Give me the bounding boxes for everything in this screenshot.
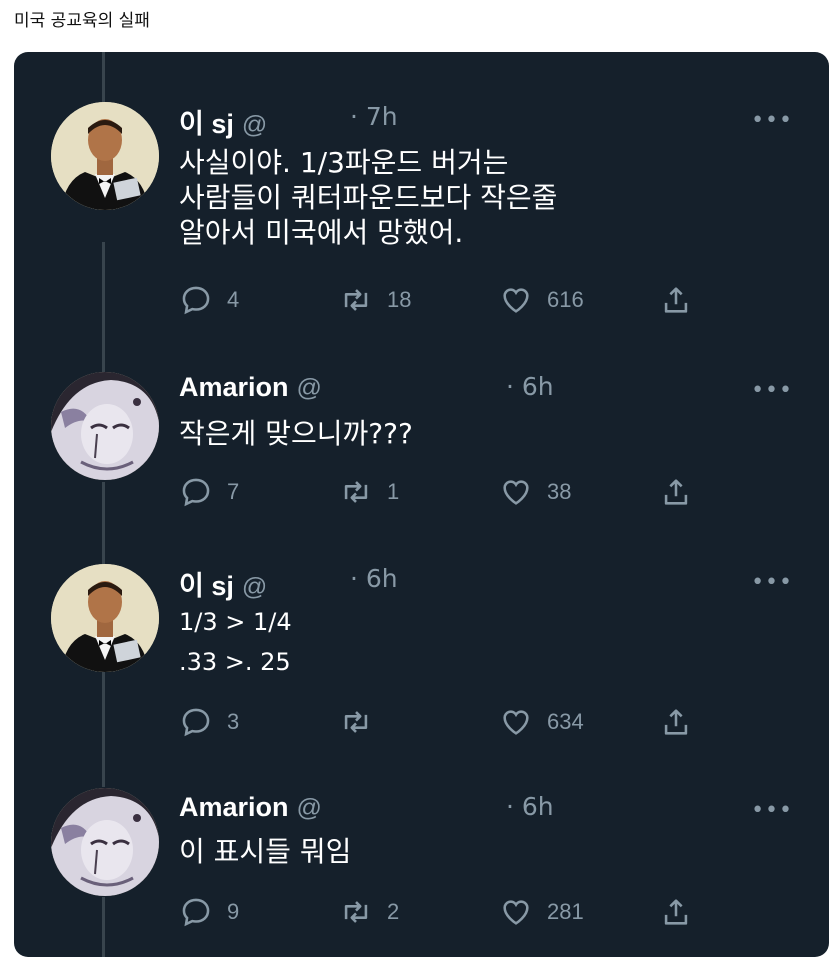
display-name[interactable]: Amarion: [179, 372, 289, 402]
retweet-button[interactable]: 2: [339, 894, 399, 930]
like-count: 281: [547, 899, 584, 924]
avatar[interactable]: [51, 788, 159, 896]
tweet-line: 1/3 > 1/4: [179, 608, 292, 636]
reply-icon: [182, 898, 210, 927]
avatar[interactable]: [51, 564, 159, 672]
heart-icon: [503, 480, 529, 505]
tweet-line: 사람들이 쿼터파운드보다 작은줄: [179, 181, 558, 214]
tweet-header: 이 sj @: [179, 564, 267, 601]
reply-icon: [182, 286, 210, 315]
tweet[interactable]: Amarion @ · 6h ••• 이 표시들 뭐임 9 2 281: [14, 788, 829, 948]
like-button[interactable]: 634: [499, 704, 584, 740]
post-title: 미국 공교육의 실패: [14, 11, 150, 31]
like-button[interactable]: 281: [499, 894, 584, 930]
reply-count: 3: [227, 709, 240, 734]
handle[interactable]: @: [242, 111, 267, 139]
tweet[interactable]: Amarion @ · 6h ••• 작은게 맞으니까??? 7 1 38: [14, 372, 829, 522]
timestamp[interactable]: · 7h: [350, 102, 398, 131]
tweet[interactable]: 이 sj @ · 7h ••• 사실이야. 1/3파운드 버거는 사람들이 쿼터파…: [14, 52, 829, 332]
display-name[interactable]: 이 sj: [179, 571, 234, 601]
heart-icon: [503, 710, 529, 735]
tweet-actions: 9 2 281: [179, 894, 719, 930]
timestamp[interactable]: · 6h: [506, 372, 554, 401]
tweet-line: .33 >. 25: [179, 648, 291, 676]
tweet-actions: 3 634: [179, 704, 719, 740]
tweet-text: 이 표시들 뭐임: [179, 834, 351, 869]
reply-button[interactable]: 4: [179, 282, 239, 318]
share-button[interactable]: [659, 894, 693, 930]
reply-icon: [182, 478, 210, 507]
timestamp[interactable]: · 6h: [350, 564, 398, 593]
tweet-actions: 4 18 616: [179, 282, 719, 318]
tweet-actions: 7 1 38: [179, 474, 719, 510]
avatar[interactable]: [51, 372, 159, 480]
tweet-thread-screenshot: 이 sj @ · 7h ••• 사실이야. 1/3파운드 버거는 사람들이 쿼터파…: [14, 52, 829, 957]
man-in-tuxedo-avatar-icon: [51, 564, 159, 672]
tweet[interactable]: 이 sj @ · 6h ••• 1/3 > 1/4 .33 >. 25 3 634: [14, 564, 829, 744]
retweet-button[interactable]: [339, 704, 387, 740]
like-count: 634: [547, 709, 584, 734]
handle[interactable]: @: [297, 794, 322, 822]
like-button[interactable]: 38: [499, 474, 571, 510]
avatar[interactable]: [51, 102, 159, 210]
like-button[interactable]: 616: [499, 282, 584, 318]
tweet-text: 1/3 > 1/4 .33 >. 25: [179, 602, 292, 682]
retweet-count: 1: [387, 479, 400, 504]
retweet-icon: [344, 901, 368, 923]
share-button[interactable]: [659, 282, 693, 318]
share-icon: [664, 709, 688, 735]
heart-icon: [503, 900, 529, 925]
reply-count: 7: [227, 479, 240, 504]
reply-button[interactable]: 7: [179, 474, 239, 510]
share-button[interactable]: [659, 704, 693, 740]
display-name[interactable]: 이 sj: [179, 109, 234, 139]
man-in-tuxedo-avatar-icon: [51, 102, 159, 210]
more-dots-icon[interactable]: •••: [751, 798, 793, 823]
like-count: 616: [547, 287, 584, 312]
more-dots-icon[interactable]: •••: [751, 570, 793, 595]
share-icon: [664, 899, 688, 925]
reply-count: 9: [227, 899, 240, 924]
tweet-line: 알아서 미국에서 망했어.: [179, 216, 464, 249]
tweet-line: 작은게 맞으니까???: [179, 417, 413, 450]
tweet-header: Amarion @: [179, 792, 322, 826]
heart-icon: [503, 288, 529, 313]
retweet-icon: [344, 711, 368, 733]
timestamp[interactable]: · 6h: [506, 792, 554, 821]
reply-button[interactable]: 3: [179, 704, 239, 740]
reply-icon: [182, 708, 210, 737]
retweet-count: 2: [387, 899, 400, 924]
more-dots-icon[interactable]: •••: [751, 108, 793, 133]
tweet-header: Amarion @: [179, 372, 322, 406]
tweet-line: 사실이야. 1/3파운드 버거는: [179, 146, 509, 179]
retweet-icon: [344, 289, 368, 311]
anime-character-avatar-icon: [51, 788, 159, 896]
handle[interactable]: @: [242, 573, 267, 601]
like-count: 38: [547, 479, 572, 504]
share-icon: [664, 479, 688, 505]
reply-button[interactable]: 9: [179, 894, 239, 930]
handle[interactable]: @: [297, 374, 322, 402]
tweet-text: 사실이야. 1/3파운드 버거는 사람들이 쿼터파운드보다 작은줄 알아서 미국…: [179, 145, 557, 250]
share-icon: [664, 287, 688, 313]
retweet-icon: [344, 481, 368, 503]
retweet-count: 18: [387, 287, 412, 312]
tweet-text: 작은게 맞으니까???: [179, 416, 413, 451]
anime-character-avatar-icon: [51, 372, 159, 480]
tweet-header: 이 sj @: [179, 102, 267, 139]
tweet-line: 이 표시들 뭐임: [179, 835, 352, 868]
reply-count: 4: [227, 287, 240, 312]
more-dots-icon[interactable]: •••: [751, 378, 793, 403]
share-button[interactable]: [659, 474, 693, 510]
display-name[interactable]: Amarion: [179, 792, 289, 822]
retweet-button[interactable]: 1: [339, 474, 399, 510]
retweet-button[interactable]: 18: [339, 282, 411, 318]
